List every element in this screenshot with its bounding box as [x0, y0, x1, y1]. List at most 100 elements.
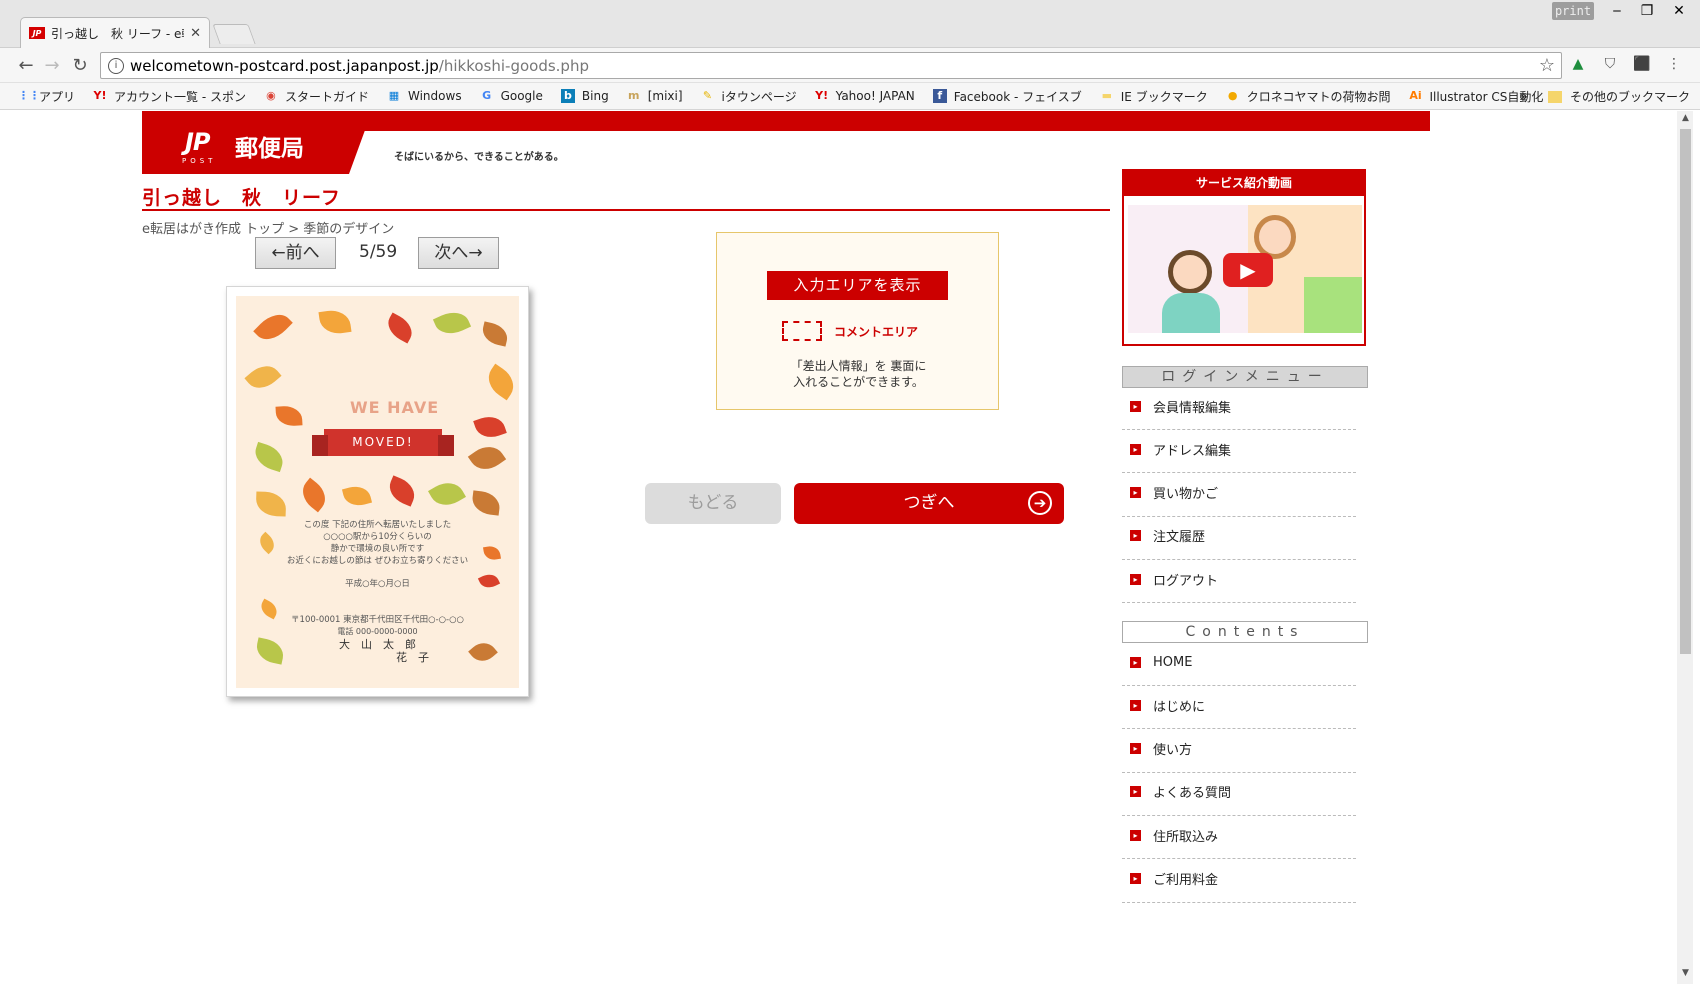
- leaf-icon: [251, 441, 287, 473]
- back-button[interactable]: もどる: [645, 483, 781, 524]
- yahoo-icon: Y!: [93, 89, 107, 102]
- sidebar-link[interactable]: ▸ HOME: [1122, 639, 1356, 686]
- sidebar-link[interactable]: ▸ ご利用料金: [1122, 856, 1356, 903]
- bookmark-item[interactable]: ▦ Windows: [387, 89, 462, 103]
- postcard-design: WE HAVE MOVED! この度 下記の住所へ転居いたしました ○○○○駅か…: [236, 296, 521, 688]
- bookmark-star-icon[interactable]: ☆: [1539, 55, 1555, 76]
- bookmark-label: Facebook - フェイスブ: [953, 89, 1082, 104]
- url-host: welcometown-postcard.post.japanpost.jp: [130, 56, 439, 75]
- postcard-preview: WE HAVE MOVED! この度 下記の住所へ転居いたしました ○○○○駅か…: [226, 286, 529, 697]
- leaf-icon: [275, 405, 303, 427]
- sender-names: 大 山 太 郎: [339, 638, 416, 651]
- bullet-icon: ▸: [1130, 699, 1141, 711]
- bookmark-item[interactable]: ⋮⋮ アプリ: [18, 88, 75, 105]
- navigation-bar: ← → ↻ i welcometown-postcard.post.japanp…: [0, 48, 1700, 83]
- sender-info-note: 「差出人情報」を 裏面に 入れることができます。: [717, 358, 1000, 390]
- acrobat-extension-icon[interactable]: ⬛: [1632, 54, 1652, 74]
- leaf-icon: [318, 308, 352, 336]
- message-line: ○○○○駅から10分くらいの: [323, 532, 432, 542]
- message-line: お近くにお越しの節は ぜひお立ち寄りください: [286, 556, 469, 566]
- bookmark-label: クロネコヤマトの荷物お問: [1246, 89, 1391, 104]
- browser-tab[interactable]: JP 引っ越し 秋 リーフ - e転 ✕: [20, 17, 210, 48]
- bullet-icon: ▸: [1130, 443, 1141, 455]
- bookmarks-right: » その他のブックマーク: [1519, 83, 1690, 110]
- bookmark-item[interactable]: ◉ スタートガイド: [264, 88, 369, 105]
- windows-icon: ▦: [388, 89, 400, 102]
- service-video-box: サービス紹介動画 ▶: [1122, 169, 1366, 346]
- sidebar-link[interactable]: ▸ 注文履歴: [1122, 513, 1356, 560]
- next-design-button[interactable]: 次へ→: [418, 237, 499, 269]
- bookmark-item[interactable]: m [mixi]: [627, 89, 683, 103]
- drive-extension-icon[interactable]: ▲: [1568, 54, 1588, 74]
- date-line: 平成○年○月○日: [345, 579, 410, 589]
- url-path: /hikkoshi-goods.php: [438, 56, 589, 75]
- bookmarks-overflow-icon[interactable]: »: [1519, 89, 1528, 105]
- sidebar-link[interactable]: ▸ 使い方: [1122, 726, 1356, 773]
- page-counter: 5/59: [359, 242, 398, 262]
- sidebar-link[interactable]: ▸ ログアウト: [1122, 556, 1356, 604]
- show-input-area-button[interactable]: 入力エリアを表示: [767, 271, 948, 300]
- other-bookmarks[interactable]: その他のブックマーク: [1570, 88, 1690, 105]
- sidebar-link[interactable]: ▸ 会員情報編集: [1122, 383, 1356, 430]
- sofa-shape: [1304, 277, 1362, 333]
- bookmark-label: アカウント一覧 - スポン: [114, 89, 246, 104]
- sidebar-link-label: 使い方: [1153, 743, 1193, 759]
- close-tab-icon[interactable]: ✕: [190, 26, 201, 41]
- close-window-icon[interactable]: ✕: [1664, 2, 1694, 20]
- new-tab-button[interactable]: [212, 24, 256, 44]
- address-bar[interactable]: i welcometown-postcard.post.japanpost.jp…: [100, 52, 1562, 79]
- video-title: サービス紹介動画: [1124, 171, 1364, 196]
- bookmark-item[interactable]: Y! Yahoo! JAPAN: [815, 89, 915, 103]
- video-thumbnail[interactable]: ▶: [1128, 205, 1362, 333]
- we-have-text: WE HAVE: [350, 398, 440, 417]
- leaf-icon: [481, 363, 521, 401]
- sidebar-link[interactable]: ▸ はじめに: [1122, 682, 1356, 730]
- sidebar-link[interactable]: ▸ 住所取込み: [1122, 812, 1356, 860]
- bookmark-item[interactable]: ▬ IE ブックマーク: [1100, 88, 1208, 105]
- vertical-scrollbar[interactable]: ▲ ▼: [1677, 111, 1693, 984]
- scroll-up-icon[interactable]: ▲: [1680, 113, 1691, 127]
- reload-icon[interactable]: ↻: [68, 54, 92, 78]
- note-line: 入れることができます。: [793, 375, 924, 389]
- bullet-icon: ▸: [1130, 786, 1141, 798]
- sidebar-link[interactable]: ▸ よくある質問: [1122, 769, 1356, 816]
- yamato-icon: ●: [1227, 89, 1238, 102]
- play-icon[interactable]: ▶: [1223, 253, 1273, 287]
- scrollbar-thumb[interactable]: [1680, 129, 1691, 654]
- info-icon[interactable]: i: [108, 57, 124, 74]
- moved-banner: MOVED!: [312, 429, 454, 456]
- bookmark-item[interactable]: f Facebook - フェイスブ: [932, 88, 1082, 105]
- bookmark-item[interactable]: ● クロネコヤマトの荷物お問: [1226, 88, 1391, 105]
- bullet-icon: ▸: [1130, 487, 1141, 499]
- back-icon[interactable]: ←: [14, 54, 38, 78]
- bookmark-label: アプリ: [39, 89, 76, 104]
- sidebar-link-label: 買い物かご: [1153, 487, 1219, 503]
- bookmark-item[interactable]: ✎ iタウンページ: [701, 88, 797, 105]
- message-line: 静かで環境の良い所です: [330, 544, 425, 554]
- girl-face: [1168, 250, 1212, 294]
- print-button[interactable]: print: [1552, 2, 1594, 20]
- breadcrumb[interactable]: e転居はがき作成 トップ > 季節のデザイン: [142, 218, 394, 237]
- title-divider: [142, 209, 1110, 211]
- scroll-down-icon[interactable]: ▼: [1680, 968, 1691, 982]
- sidebar-link[interactable]: ▸ アドレス編集: [1122, 426, 1356, 474]
- bookmark-item[interactable]: G Google: [480, 89, 543, 103]
- bookmark-item[interactable]: b Bing: [560, 89, 609, 103]
- prev-design-button[interactable]: ←前へ: [255, 237, 336, 269]
- maximize-icon[interactable]: ❐: [1632, 2, 1662, 20]
- bookmark-item[interactable]: Y! アカウント一覧 - スポン: [93, 88, 246, 105]
- sidebar-link-label: アドレス編集: [1153, 443, 1232, 459]
- shield-extension-icon[interactable]: ⛉: [1600, 54, 1620, 74]
- forward-icon[interactable]: →: [40, 54, 64, 78]
- sidebar-link-label: よくある質問: [1153, 786, 1232, 802]
- bullet-icon: ▸: [1130, 530, 1141, 542]
- bullet-icon: ▸: [1130, 573, 1141, 585]
- japanpost-favicon-icon: JP: [29, 27, 45, 39]
- minimize-icon[interactable]: ‒: [1602, 2, 1632, 20]
- bullet-icon: ▸: [1130, 829, 1141, 841]
- itown-icon: ✎: [702, 89, 713, 102]
- menu-icon[interactable]: ⋮: [1664, 54, 1684, 74]
- illustrator-icon: Ai: [1409, 89, 1422, 102]
- sidebar-link[interactable]: ▸ 買い物かご: [1122, 470, 1356, 517]
- next-button[interactable]: つぎへ ➔: [794, 483, 1064, 524]
